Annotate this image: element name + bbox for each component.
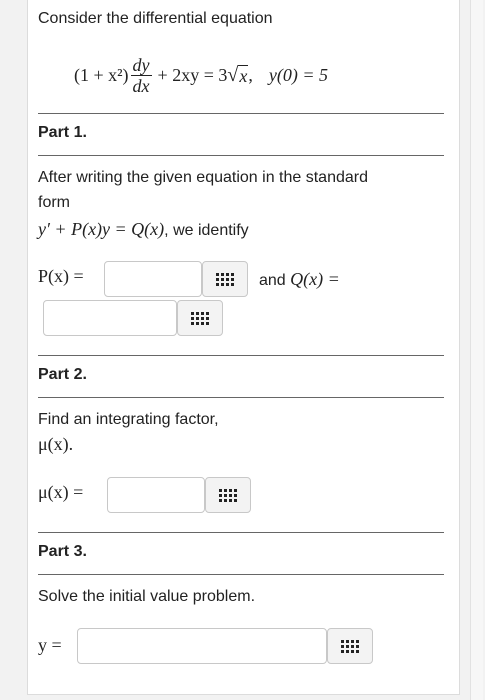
q-palette-button[interactable] [177,300,223,336]
mu-input[interactable] [107,477,205,513]
grid-icon [341,639,359,653]
divider [38,355,444,356]
part2-instruction-line1: Find an integrating factor, [38,411,219,428]
equation-factor: (1 + x²) [74,64,129,85]
y-palette-button[interactable] [327,628,373,664]
divider [38,155,444,156]
scrollbar[interactable] [470,0,483,700]
standard-form: y′ + P(x)y = Q(x) [38,219,165,239]
y-label: y = [38,635,62,655]
divider [38,397,444,398]
fraction-numerator: dy [130,54,152,76]
fraction-denominator: dx [132,75,150,96]
y-input-text[interactable] [78,629,326,663]
divider [38,113,444,114]
differential-equation: (1 + x²) dy dx + 2xy = 3 √ x , y(0) = 5 [74,50,328,100]
equation-middle: + 2xy = 3 [157,64,228,85]
mu-input-text[interactable] [108,478,204,512]
q-input-text[interactable] [44,301,176,335]
grid-icon [216,272,234,286]
identify-suffix: , we identify [164,222,249,239]
grid-icon [191,311,209,325]
p-input-text[interactable] [105,262,201,296]
y-input[interactable] [77,628,327,664]
grid-icon [219,488,237,502]
p-input[interactable] [104,261,202,297]
sqrt-symbol: √ [227,63,239,86]
q-input[interactable] [43,300,177,336]
part3-title: Part 3. [38,543,87,560]
sqrt-radicand: x [238,64,249,86]
derivative-fraction: dy dx [130,54,152,96]
part3-instruction: Solve the initial value problem. [38,588,256,605]
intro-text: Consider the differential equation [38,10,273,27]
divider [38,532,444,533]
mu-label: μ(x) = [38,482,84,502]
divider [38,574,444,575]
q-label: Q(x) = [290,269,340,289]
and-q-label-line: and Q(x) = [259,267,340,293]
part1-instruction-line2: form [38,194,70,211]
initial-condition: y(0) = 5 [268,64,328,85]
part1-title: Part 1. [38,124,87,141]
equation-separator: , [248,64,253,85]
part2-instruction-line2: μ(x). [38,434,74,454]
part2-title: Part 2. [38,366,87,383]
and-text: and [259,272,286,289]
p-label: P(x) = [38,266,84,286]
part1-standard-form-line: y′ + P(x)y = Q(x), we identify [38,217,249,243]
mu-palette-button[interactable] [205,477,251,513]
part1-instruction-line1: After writing the given equation in the … [38,169,368,186]
p-palette-button[interactable] [202,261,248,297]
